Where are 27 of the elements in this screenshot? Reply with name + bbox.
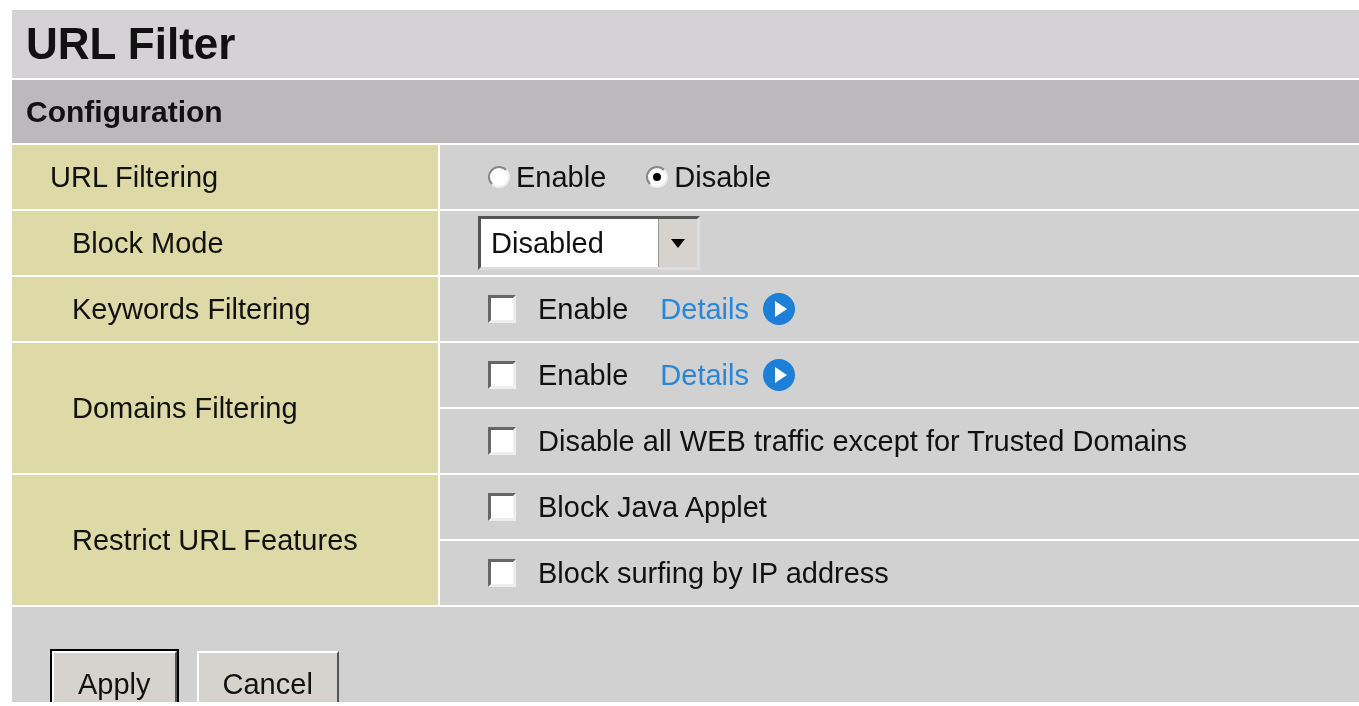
section-title: Configuration [26,94,223,129]
caret-icon [671,238,685,248]
play-icon[interactable] [762,359,795,391]
radio-button[interactable] [646,166,669,188]
row-label: Keywords Filtering [12,277,438,341]
row-label: Domains Filtering [12,343,438,473]
dropdown[interactable]: Disabled [478,216,700,270]
form-button[interactable]: Apply [52,651,177,702]
play-icon[interactable] [762,293,795,325]
checkbox-label: Enable [538,358,629,392]
checkbox[interactable] [488,427,516,455]
row-label: Restrict URL Features [12,475,438,605]
form-button[interactable]: Cancel [196,651,339,702]
radio-option[interactable]: Disable [646,160,772,194]
checkbox[interactable] [488,493,516,521]
checkbox-label: Disable all WEB traffic except for Trusted Domains [538,424,1187,458]
checkbox[interactable] [488,361,516,389]
checkbox[interactable] [488,295,516,323]
checkbox[interactable] [488,559,516,587]
row-label: Block Mode [12,211,438,275]
radio-option[interactable]: Enable [488,160,607,194]
checkbox-label: Enable [538,292,629,326]
checkbox-label: Block surfing by IP address [538,556,889,590]
row-label: URL Filtering [12,145,438,209]
page-title: URL Filter [26,19,236,69]
radio-button[interactable] [488,166,510,188]
checkbox-label: Block Java Applet [538,490,767,524]
